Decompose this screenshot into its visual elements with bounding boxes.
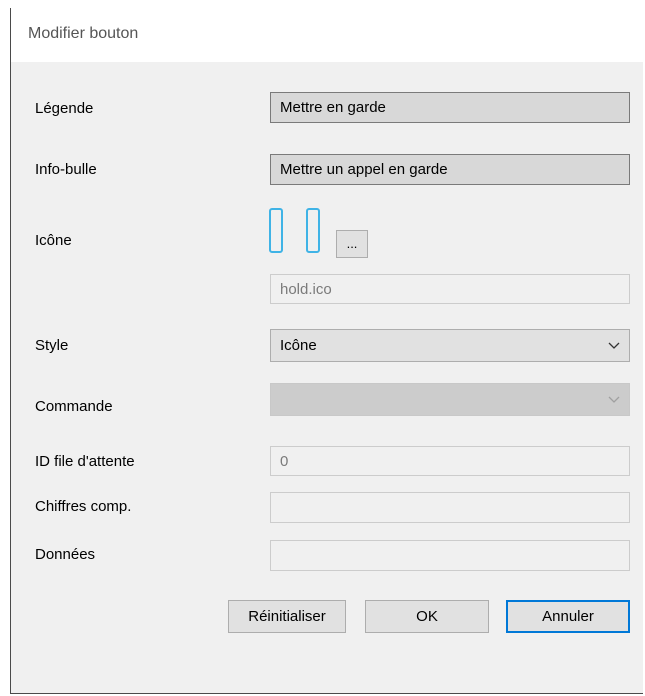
icon-file-input[interactable]: hold.ico <box>270 274 630 304</box>
legend-label: Légende <box>35 100 94 117</box>
cancel-button[interactable]: Annuler <box>506 600 630 633</box>
edit-button-dialog: Modifier bouton Légende Mettre en garde … <box>10 8 643 694</box>
chevron-down-icon <box>608 342 620 349</box>
extra-digits-label: Chiffres comp. <box>35 498 132 515</box>
title-bar: Modifier bouton <box>11 8 643 62</box>
queue-id-input[interactable]: 0 <box>270 446 630 476</box>
command-select[interactable] <box>270 383 630 416</box>
style-select-value: Icône <box>280 337 317 354</box>
style-label: Style <box>35 337 69 354</box>
data-label: Données <box>35 546 96 563</box>
ok-button[interactable]: OK <box>365 600 489 633</box>
dialog-title: Modifier bouton <box>28 25 139 42</box>
data-input[interactable] <box>270 540 630 571</box>
extra-digits-input[interactable] <box>270 492 630 523</box>
chevron-down-icon <box>608 396 620 403</box>
icon-label: Icône <box>35 232 72 249</box>
pause-bar-left <box>269 208 283 253</box>
pause-bar-right <box>306 208 320 253</box>
command-label: Commande <box>35 398 113 415</box>
style-select[interactable]: Icône <box>270 329 630 362</box>
legend-input[interactable]: Mettre en garde <box>270 92 630 123</box>
tooltip-label: Info-bulle <box>35 161 97 178</box>
tooltip-input[interactable]: Mettre un appel en garde <box>270 154 630 185</box>
browse-icon-button[interactable]: ... <box>336 230 368 258</box>
queue-id-label: ID file d'attente <box>35 453 135 470</box>
reset-button[interactable]: Réinitialiser <box>228 600 346 633</box>
